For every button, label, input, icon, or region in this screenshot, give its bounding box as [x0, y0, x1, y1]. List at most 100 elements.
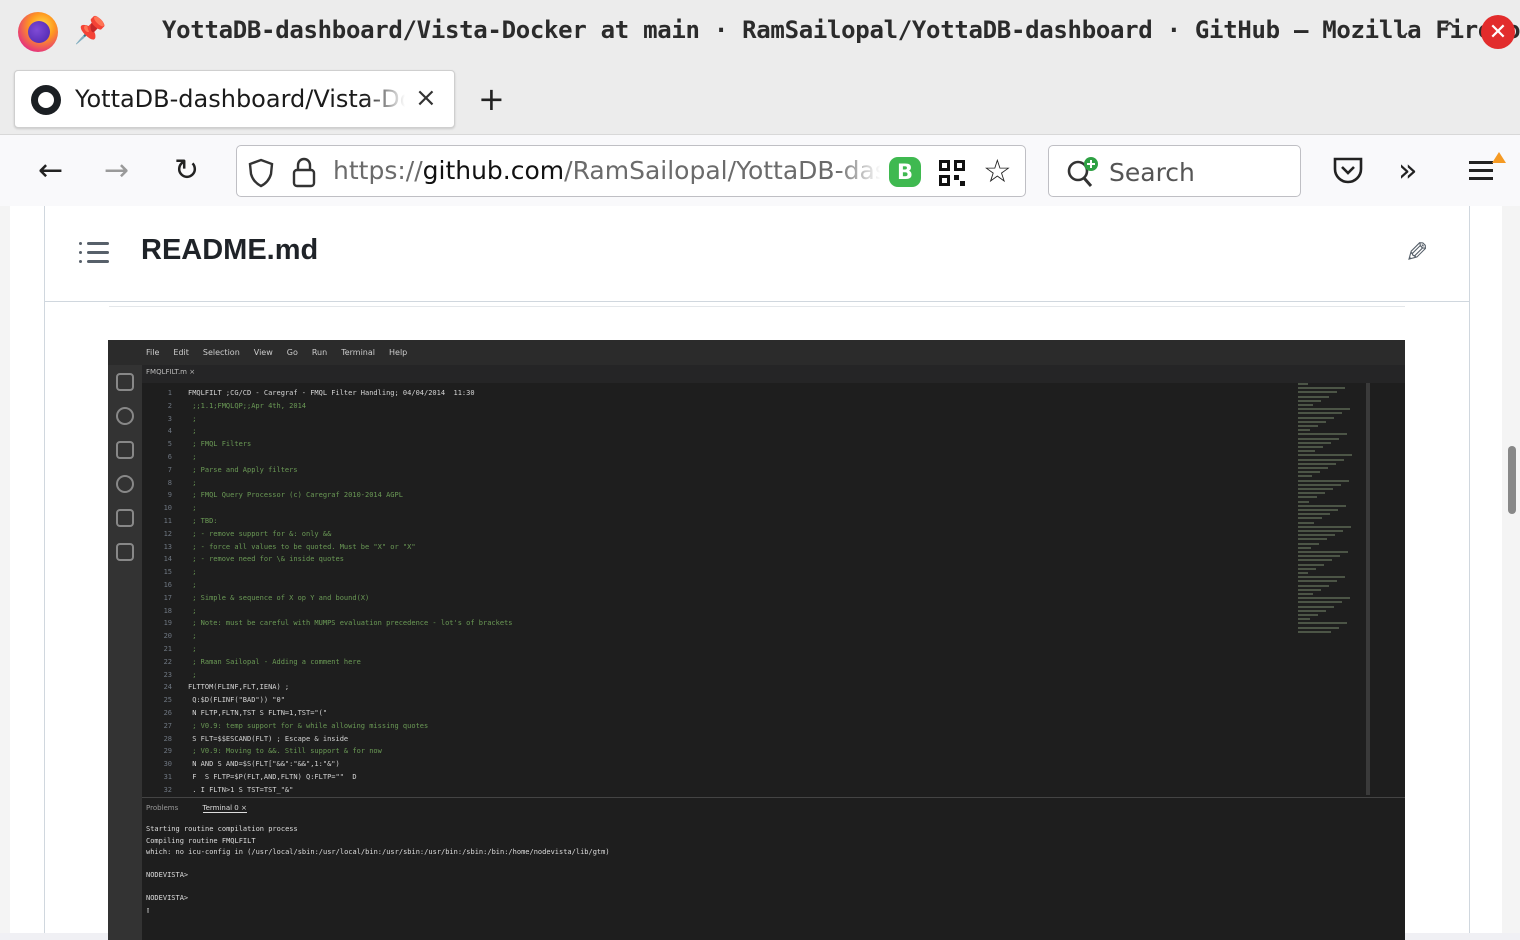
url-text[interactable]: https://github.com/RamSailopal/YottaDB-d…	[333, 156, 881, 185]
code-line: FMQLFILT ;CG/CD - Caregraf - FMQL Filter…	[188, 389, 475, 397]
minimap-line	[1298, 555, 1340, 558]
ide-activity-bar	[108, 365, 142, 940]
line-number: 1	[167, 389, 172, 397]
line-number: 12	[163, 529, 172, 538]
ide-menu-item: Edit	[173, 348, 189, 357]
ide-menubar: File Edit Selection View Go Run Terminal…	[108, 340, 1405, 365]
page-scrollbar-thumb[interactable]	[1508, 446, 1516, 514]
code-line: ; V0.9: Moving to &&. Still support & fo…	[188, 747, 382, 756]
minimap-line	[1298, 383, 1308, 385]
pocket-icon[interactable]	[1331, 155, 1365, 187]
code-line: ; - remove need for \& inside quotes	[188, 555, 344, 564]
pin-icon[interactable]: 📌	[74, 16, 106, 46]
extension-b-icon[interactable]: B	[889, 157, 921, 187]
line-number: 28	[163, 734, 172, 743]
window-titlebar: 📌 YottaDB-dashboard/Vista-Docker at main…	[0, 0, 1520, 66]
ide-menu-item: File	[146, 348, 160, 357]
line-number: 31	[163, 773, 172, 781]
navigation-toolbar: ← → ↻ https://github.com/RamSailopal/Yot…	[0, 134, 1520, 206]
minimap-line	[1298, 513, 1330, 516]
search-box[interactable]: Search	[1048, 145, 1301, 197]
line-number: 17	[163, 593, 172, 602]
line-number: 8	[167, 478, 172, 487]
qr-code-icon[interactable]	[937, 158, 967, 188]
edit-pencil-icon[interactable]: ✎	[1405, 236, 1428, 269]
minimap-line	[1298, 395, 1329, 398]
tab-close-icon[interactable]: ×	[415, 83, 437, 113]
minimap-line	[1298, 559, 1332, 562]
minimap-line	[1298, 614, 1318, 616]
search-icon	[1067, 157, 1098, 187]
minimap-line	[1298, 546, 1311, 549]
minimap-line	[1298, 391, 1337, 394]
tab-github-readme[interactable]: YottaDB-dashboard/Vista-Doc ×	[14, 70, 455, 128]
shield-icon[interactable]	[247, 158, 275, 188]
minimap-line	[1298, 509, 1338, 511]
code-line: ;	[188, 568, 197, 577]
minimap-line	[1298, 433, 1347, 436]
page-scrollbar[interactable]	[1502, 206, 1520, 933]
line-number: 6	[167, 453, 172, 461]
window-close-button[interactable]: ✕	[1481, 15, 1515, 49]
minimap-line	[1298, 483, 1341, 486]
minimap-line	[1298, 534, 1335, 537]
url-bar[interactable]: https://github.com/RamSailopal/YottaDB-d…	[236, 145, 1026, 197]
reload-button[interactable]: ↻	[174, 153, 199, 188]
code-line: ; Simple & sequence of X op Y and bound(…	[188, 593, 370, 602]
line-number: 5	[167, 440, 172, 449]
ide-terminal-panel: Problems Terminal 0 × Starting routine c…	[142, 797, 1405, 940]
new-tab-button[interactable]: +	[478, 80, 505, 118]
ide-menu-item: Selection	[202, 348, 240, 357]
maximize-chevron-icon[interactable]: ⌃	[1433, 14, 1467, 48]
ide-menu-item: Go	[286, 348, 298, 357]
code-line: ;	[188, 645, 197, 653]
window-title: YottaDB-dashboard/Vista-Docker at main ·…	[162, 16, 1520, 44]
line-number: 14	[163, 555, 172, 564]
testing-icon	[116, 543, 134, 561]
minimap-line	[1298, 471, 1320, 474]
minimap-line	[1298, 601, 1342, 604]
code-line: ; Parse and Apply filters	[188, 465, 298, 474]
line-number: 3	[167, 414, 172, 423]
outline-list-icon[interactable]	[79, 238, 109, 268]
minimize-chevron-icon[interactable]: ⌄	[1386, 14, 1420, 48]
minimap-line	[1298, 563, 1324, 566]
minimap-line	[1298, 538, 1327, 541]
extensions-icon	[116, 509, 134, 527]
source-control-icon	[116, 441, 134, 459]
code-line: ;	[188, 632, 197, 641]
line-number: 20	[163, 632, 172, 641]
lock-icon[interactable]	[291, 156, 317, 188]
minimap-line	[1298, 576, 1345, 579]
minimap-line	[1298, 399, 1321, 402]
bookmark-star-icon[interactable]: ☆	[983, 152, 1012, 190]
code-line: . I FLTN>1 S TST=TST_"&"	[188, 785, 294, 794]
line-number: 4	[167, 427, 172, 436]
minimap-line	[1298, 622, 1347, 625]
minimap-line	[1298, 630, 1331, 633]
code-line: ;	[188, 414, 197, 423]
more-tools-chevrons-icon[interactable]: »	[1398, 151, 1418, 189]
line-number: 26	[163, 709, 172, 717]
code-line: ; FMQL Filters	[188, 440, 252, 449]
firefox-logo-icon	[18, 12, 58, 52]
minimap-line	[1298, 593, 1313, 595]
forward-button[interactable]: →	[104, 153, 129, 188]
minimap-line	[1298, 404, 1313, 406]
code-line: ; Raman Sailopal - Adding a comment here	[188, 657, 361, 666]
ide-menu-item: Run	[311, 348, 328, 357]
code-line: ; - remove support for &: only &&	[188, 529, 332, 538]
line-number: 32	[163, 785, 172, 794]
code-line: F S FLTP=$P(FLT,AND,FLTN) Q:FLTP="" D	[188, 773, 357, 781]
line-number: 18	[163, 606, 172, 615]
minimap-line	[1298, 504, 1346, 507]
minimap-line	[1298, 479, 1349, 482]
app-menu-icon[interactable]	[1466, 151, 1512, 187]
code-line: Q:$D(FLINF("BAD")) "0"	[188, 696, 285, 705]
minimap-line	[1298, 626, 1339, 629]
minimap-line	[1298, 492, 1325, 495]
code-line: ;	[188, 606, 197, 615]
back-button[interactable]: ←	[38, 153, 63, 188]
code-line: ; V0.9: temp support for & while allowin…	[188, 721, 429, 730]
